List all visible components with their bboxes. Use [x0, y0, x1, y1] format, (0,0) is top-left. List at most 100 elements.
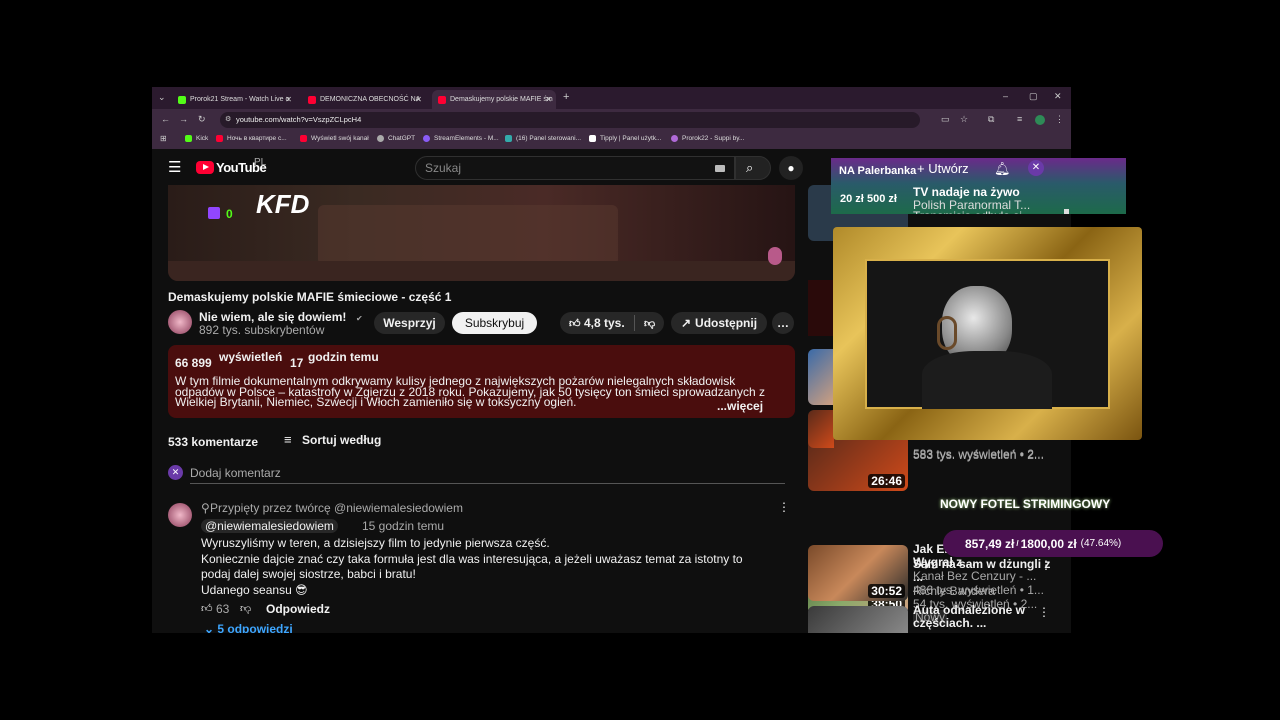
presenter-figure: [318, 205, 618, 265]
url-field[interactable]: ⚙ youtube.com/watch?v=VszpZCLpcH4: [220, 112, 920, 128]
tab-demaskujemy[interactable]: Demaskujemy polskie MAFIE śm ✕: [432, 90, 556, 109]
donation-amount: 20 zł: [840, 193, 864, 205]
reload-icon[interactable]: ↻: [198, 114, 206, 125]
divider: [634, 315, 635, 331]
account-avatar[interactable]: ✕: [1028, 160, 1044, 176]
upload-time-label: godzin temu: [308, 350, 379, 364]
sort-icon[interactable]: ≡: [284, 432, 292, 447]
goal-title: NOWY FOTEL STRIMINGOWY: [940, 497, 1111, 511]
tab-label: DEMONICZNA OBECNOŚĆ NA: [320, 96, 421, 103]
apps-grid-icon[interactable]: ⊞: [160, 134, 167, 143]
live-title: TV nadaje na żywo: [913, 185, 1020, 199]
bookmark-chatgpt[interactable]: ChatGPT: [377, 135, 415, 142]
bookmark-star-icon[interactable]: ☆: [960, 114, 968, 125]
dislike-icon[interactable]: 👎︎: [644, 317, 655, 330]
view-count: 66 899: [175, 356, 212, 370]
stream-overlay-top: NA Palerbanka + Utwórz 🔔︎ ✕ TV nadaje na…: [831, 158, 1126, 214]
bookmark-tipply[interactable]: Tipply | Panel użytk...: [589, 135, 661, 142]
close-tab-icon[interactable]: ✕: [545, 95, 552, 104]
bookmark-prorok22[interactable]: Prorok22 - Suppi by...: [671, 135, 744, 142]
viewer-count: 0: [226, 207, 233, 221]
back-icon[interactable]: ←: [161, 114, 170, 124]
video-thumbnail[interactable]: [808, 606, 908, 633]
reply-button[interactable]: Odpowiedz: [266, 602, 330, 616]
comment-dislike-icon[interactable]: 👎︎: [240, 602, 251, 615]
bookmark-noch[interactable]: Ночь в квартире с...: [216, 135, 287, 142]
subscribe-button[interactable]: Subskrybuj: [452, 312, 537, 334]
like-count[interactable]: 4,8 tys.: [584, 316, 625, 330]
scrollbar-thumb[interactable]: [1064, 209, 1069, 214]
extensions-icon[interactable]: ⧉: [988, 114, 994, 125]
tab-demoniczna[interactable]: DEMONICZNA OBECNOŚĆ NA ✕: [302, 90, 426, 109]
tab-search-icon[interactable]: ⌄: [158, 92, 166, 103]
comment-like-icon[interactable]: 👍︎: [201, 602, 213, 615]
sidebar-video-meta: 583 tys. wyświetleń • 2...: [913, 448, 1044, 462]
more-actions-button[interactable]: …: [772, 312, 794, 334]
create-button[interactable]: + Utwórz: [917, 161, 969, 176]
profile-avatar[interactable]: [1035, 115, 1045, 125]
description-box[interactable]: 66 899 wyświetleń 17 godzin temu W tym f…: [168, 345, 795, 418]
comment-author-avatar[interactable]: [168, 503, 192, 527]
add-comment-input[interactable]: Dodaj komentarz: [190, 466, 281, 480]
bookmark-kick[interactable]: Kick: [185, 135, 208, 142]
bookmark-panel[interactable]: (16) Panel sterowani...: [505, 135, 581, 142]
search-icon: ⌕: [746, 160, 754, 175]
comment-like-count: 63: [216, 602, 230, 616]
overlay-label: NA Palerbanka: [839, 165, 917, 177]
comment-time[interactable]: 15 godzin temu: [362, 519, 444, 533]
channel-avatar[interactable]: [168, 310, 192, 334]
upload-time-number: 17: [290, 356, 304, 370]
sidebar-video-title[interactable]: Auta odnalezione w częściach. ...: [913, 604, 1033, 633]
menu-kebab-icon[interactable]: ⋮: [1055, 114, 1064, 125]
webcam-gold-frame: [833, 227, 1142, 440]
goal-target: 1800,00 zł: [1020, 536, 1077, 551]
close-tab-icon[interactable]: ✕: [285, 95, 292, 104]
video-thumbnail[interactable]: [808, 410, 834, 448]
share-icon: ↗: [680, 316, 692, 330]
video-thumbnail[interactable]: [808, 280, 834, 336]
close-tab-icon[interactable]: ✕: [415, 95, 422, 104]
channel-watermark-icon[interactable]: [768, 247, 782, 265]
headset-icon: [937, 316, 957, 350]
bookmarks-bar: ⊞ Kick Ночь в квартире с... Wyświetl swó…: [152, 131, 1071, 149]
sort-button[interactable]: Sortuj według: [302, 433, 381, 447]
video-player[interactable]: KFD 0: [168, 185, 795, 281]
donation-goal: 500 zł: [867, 193, 897, 205]
goal-percent: (47.64%): [1080, 538, 1122, 549]
support-button[interactable]: Wesprzyj: [374, 312, 445, 334]
minimize-icon[interactable]: –: [1003, 91, 1008, 101]
media-icon[interactable]: ≡: [1017, 114, 1022, 124]
show-more-link[interactable]: ...więcej: [713, 399, 764, 413]
channel-name[interactable]: Nie wiem, ale się dowiem!: [199, 310, 346, 324]
like-icon[interactable]: 👍︎: [569, 317, 581, 330]
new-tab-icon[interactable]: +: [563, 91, 569, 103]
bookmark-kanal[interactable]: Wyświetl swój kanał: [300, 135, 369, 142]
replies-toggle[interactable]: ⌄ 5 odpowiedzi: [204, 622, 293, 633]
comment-menu-icon[interactable]: ⋮: [778, 500, 790, 514]
close-window-icon[interactable]: ✕: [1054, 91, 1062, 102]
search-button[interactable]: ⌕: [735, 156, 771, 180]
youtube-logo-icon[interactable]: [196, 161, 214, 174]
address-bar: ← → ↻ ⚙ youtube.com/watch?v=VszpZCLpcH4 …: [152, 109, 1071, 131]
cast-icon[interactable]: ▭: [941, 114, 950, 125]
tab-prorok[interactable]: Prorok21 Stream - Watch Live o ✕: [172, 90, 296, 109]
goal-separator: /: [1016, 539, 1019, 548]
video-thumbnail[interactable]: 30:52: [808, 545, 908, 601]
subscriber-count: 892 tys. subskrybentów: [199, 323, 325, 337]
streamer-body: [922, 351, 1052, 409]
video-overlay-logo: KFD: [256, 189, 310, 219]
maximize-icon[interactable]: ▢: [1029, 91, 1038, 102]
site-info-icon[interactable]: ⚙: [225, 112, 231, 128]
share-button[interactable]: ↗ Udostępnij: [671, 312, 767, 334]
microphone-icon[interactable]: ●: [779, 156, 803, 180]
comment-line: Wyruszyliśmy w teren, a dzisiejszy film …: [201, 536, 550, 550]
video-thumbnail[interactable]: [808, 349, 834, 405]
forward-icon[interactable]: →: [179, 114, 188, 124]
video-menu-icon[interactable]: ⋮: [1038, 605, 1050, 619]
comment-author[interactable]: @niewiemalesiedowiem: [201, 519, 338, 533]
bookmark-streamelements[interactable]: StreamElements - M...: [423, 135, 499, 142]
search-input[interactable]: Szukaj: [415, 156, 735, 180]
menu-hamburger-icon[interactable]: ☰: [168, 158, 181, 176]
keyboard-icon[interactable]: [715, 165, 725, 172]
notifications-icon[interactable]: 🔔︎: [994, 161, 1011, 177]
